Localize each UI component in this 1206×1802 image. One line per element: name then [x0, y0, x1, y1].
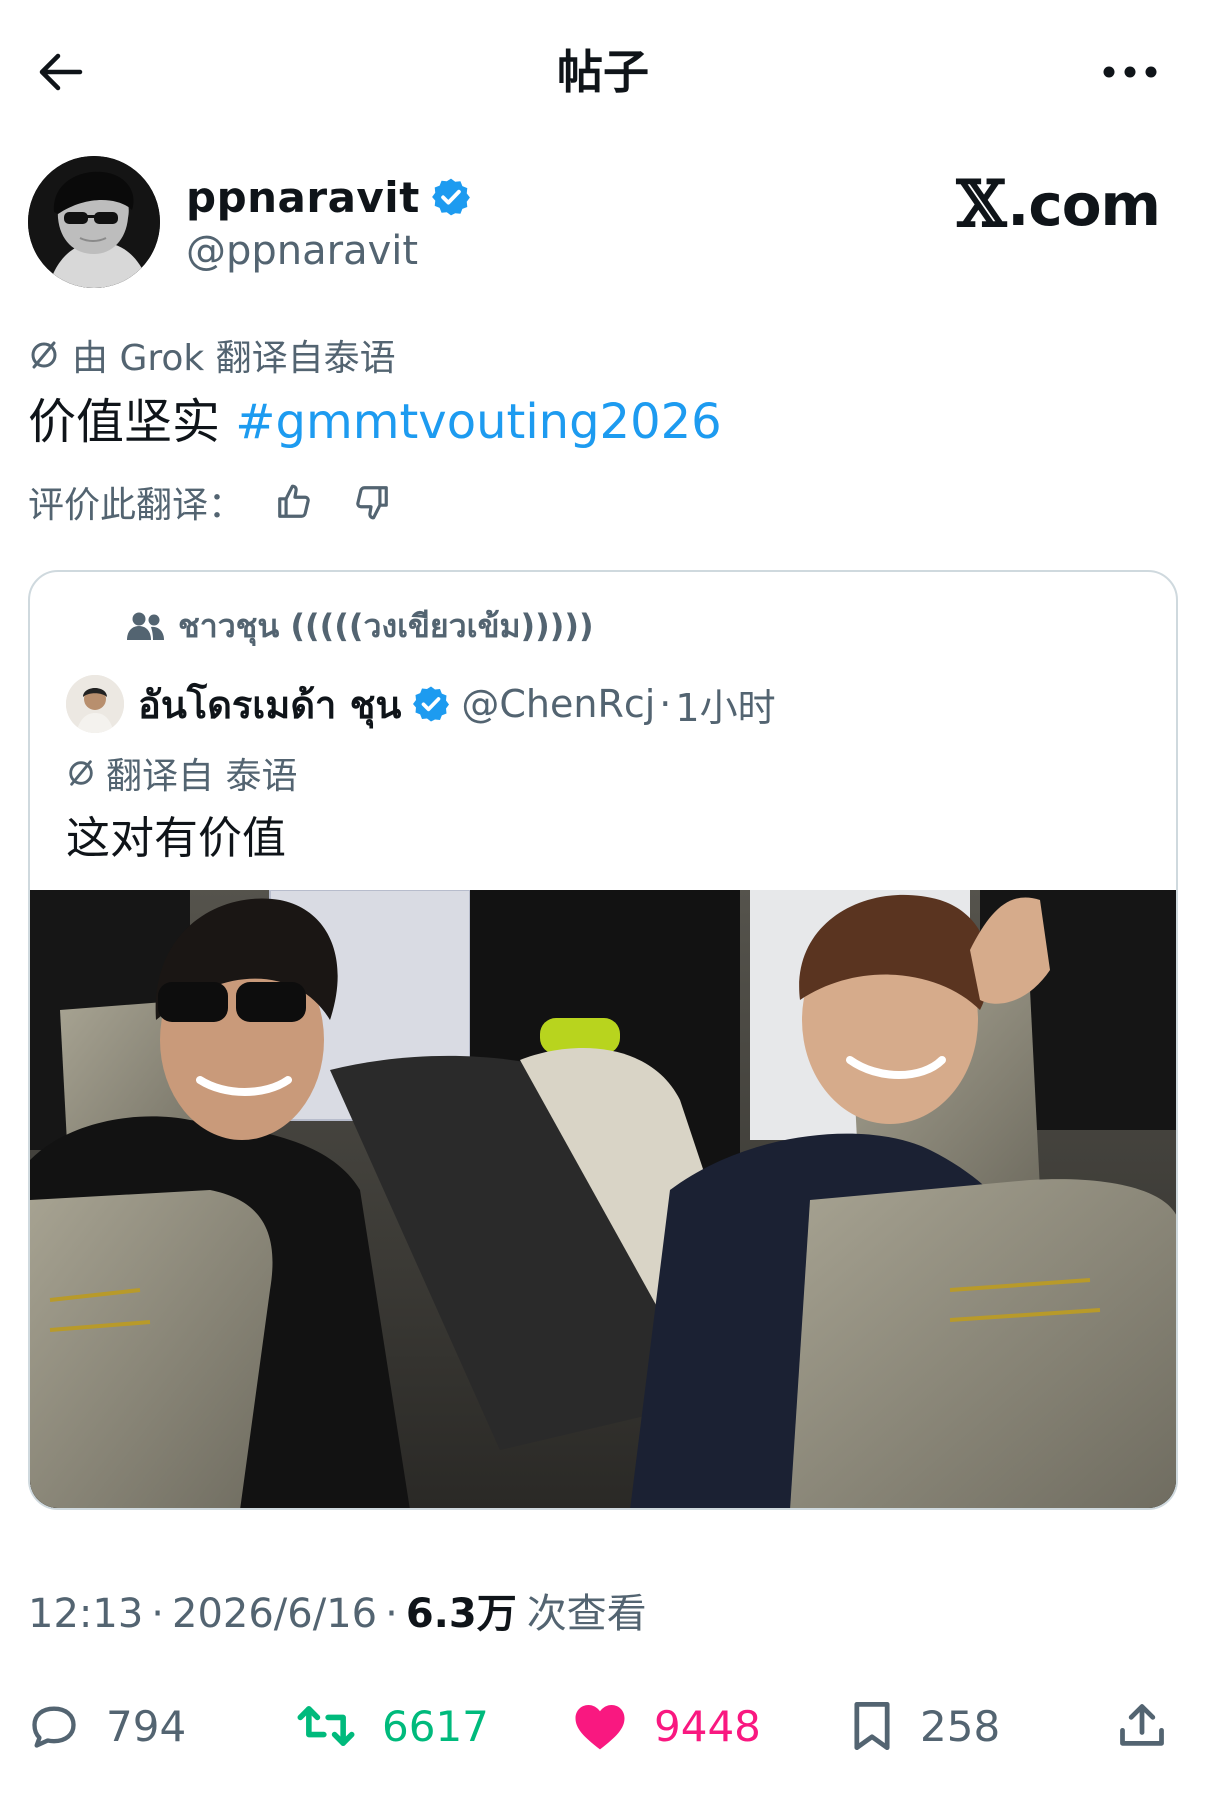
post-time: 12:13: [28, 1591, 144, 1637]
x-com-watermark: 𝕏 .com: [956, 167, 1161, 242]
quoted-translation-note: 翻译自 泰语: [66, 748, 297, 798]
quoted-author-avatar[interactable]: [66, 675, 124, 733]
reply-button[interactable]: 794: [28, 1686, 186, 1766]
top-bar: 帖子: [0, 0, 1206, 140]
retweet-button[interactable]: 6617: [296, 1686, 489, 1766]
meta-separator: ·: [385, 1591, 398, 1637]
author-name-row[interactable]: ppnaravit: [186, 170, 472, 224]
rate-translation-row: 评价此翻译：: [28, 474, 400, 530]
community-name: ชาวชุน (((((วงเขียวเข้ม))))): [178, 606, 594, 645]
action-bar: 794 6617 9448 258: [0, 1686, 1206, 1766]
like-count: 9448: [654, 1701, 761, 1751]
more-dots-icon: [1103, 66, 1157, 78]
translate-icon: [31, 341, 57, 369]
view-count[interactable]: 6.3万: [406, 1586, 517, 1642]
thumbs-up-icon: [278, 484, 310, 518]
quoted-post-text: 这对有价值: [66, 813, 286, 864]
quoted-translate-icon: [69, 760, 93, 786]
reply-count: 794: [106, 1701, 187, 1751]
x-logo: 𝕏: [956, 167, 1007, 242]
rate-translation-label: 评价此翻译：: [28, 485, 245, 526]
back-button[interactable]: [28, 44, 92, 100]
quoted-post-card[interactable]: ชาวชุน (((((วงเขียวเข้ม))))) อันโดรเมด้า…: [28, 570, 1178, 1510]
heart-icon: [575, 1705, 625, 1750]
quoted-verified-badge-icon: [413, 686, 450, 722]
meta-separator: ·: [151, 1591, 164, 1637]
quoted-separator: ·: [659, 682, 672, 726]
share-icon: [1120, 1704, 1164, 1746]
arrow-left-icon: [39, 53, 83, 91]
retweet-count: 6617: [382, 1701, 489, 1751]
bookmark-count: 258: [920, 1701, 1001, 1751]
post-page: 帖子 ppnaravit @ppnaravit 𝕏 .com 由 Grok 翻译…: [0, 0, 1206, 1802]
community-label[interactable]: ชาวชุน (((((วงเขียวเข้ม))))): [126, 602, 594, 650]
reply-icon: [32, 1706, 76, 1748]
post-meta: 12:13 · 2026/6/16 · 6.3万 次查看: [28, 1586, 647, 1642]
translation-note-text: 由 Grok 翻译自泰语: [72, 338, 396, 379]
thumbs-up-button[interactable]: [266, 474, 322, 530]
quoted-translation-text: 翻译自 泰语: [106, 756, 298, 797]
photo-image: [30, 890, 1176, 1508]
verified-badge-icon: [431, 178, 470, 216]
share-button[interactable]: [1116, 1686, 1168, 1766]
avatar-image: [28, 156, 160, 288]
bookmark-button[interactable]: 258: [850, 1686, 1000, 1766]
quoted-author-row[interactable]: อันโดรเมด้า ชุน @ChenRcj · 1小时: [66, 672, 776, 736]
retweet-icon: [297, 1706, 355, 1746]
quoted-time: 1小时: [675, 685, 776, 730]
quoted-avatar-image: [66, 675, 124, 733]
views-label: 次查看: [526, 1591, 647, 1637]
author-avatar[interactable]: [28, 156, 160, 288]
page-title: 帖子: [557, 45, 649, 99]
grok-translation-note: 由 Grok 翻译自泰语: [28, 330, 396, 380]
watermark-text: .com: [1007, 171, 1161, 239]
quoted-author-name: อันโดรเมด้า ชุน: [138, 682, 402, 727]
community-icon: [127, 612, 164, 640]
like-button[interactable]: 9448: [572, 1686, 761, 1766]
thumbs-down-button[interactable]: [344, 474, 400, 530]
thumbs-down-icon: [356, 486, 388, 520]
post-body: 价值坚实 #gmmtvouting2026: [28, 390, 722, 454]
more-options-button[interactable]: [1090, 44, 1170, 100]
quoted-post-photo[interactable]: [30, 890, 1176, 1508]
post-date: 2026/6/16: [172, 1591, 378, 1637]
author-handle[interactable]: @ppnaravit: [186, 226, 418, 276]
author-name: ppnaravit: [186, 172, 420, 222]
hashtag-link[interactable]: #gmmtvouting2026: [235, 394, 721, 450]
quoted-handle: @ChenRcj: [461, 682, 656, 726]
post-text: 价值坚实: [28, 394, 221, 450]
bookmark-icon: [854, 1701, 890, 1751]
